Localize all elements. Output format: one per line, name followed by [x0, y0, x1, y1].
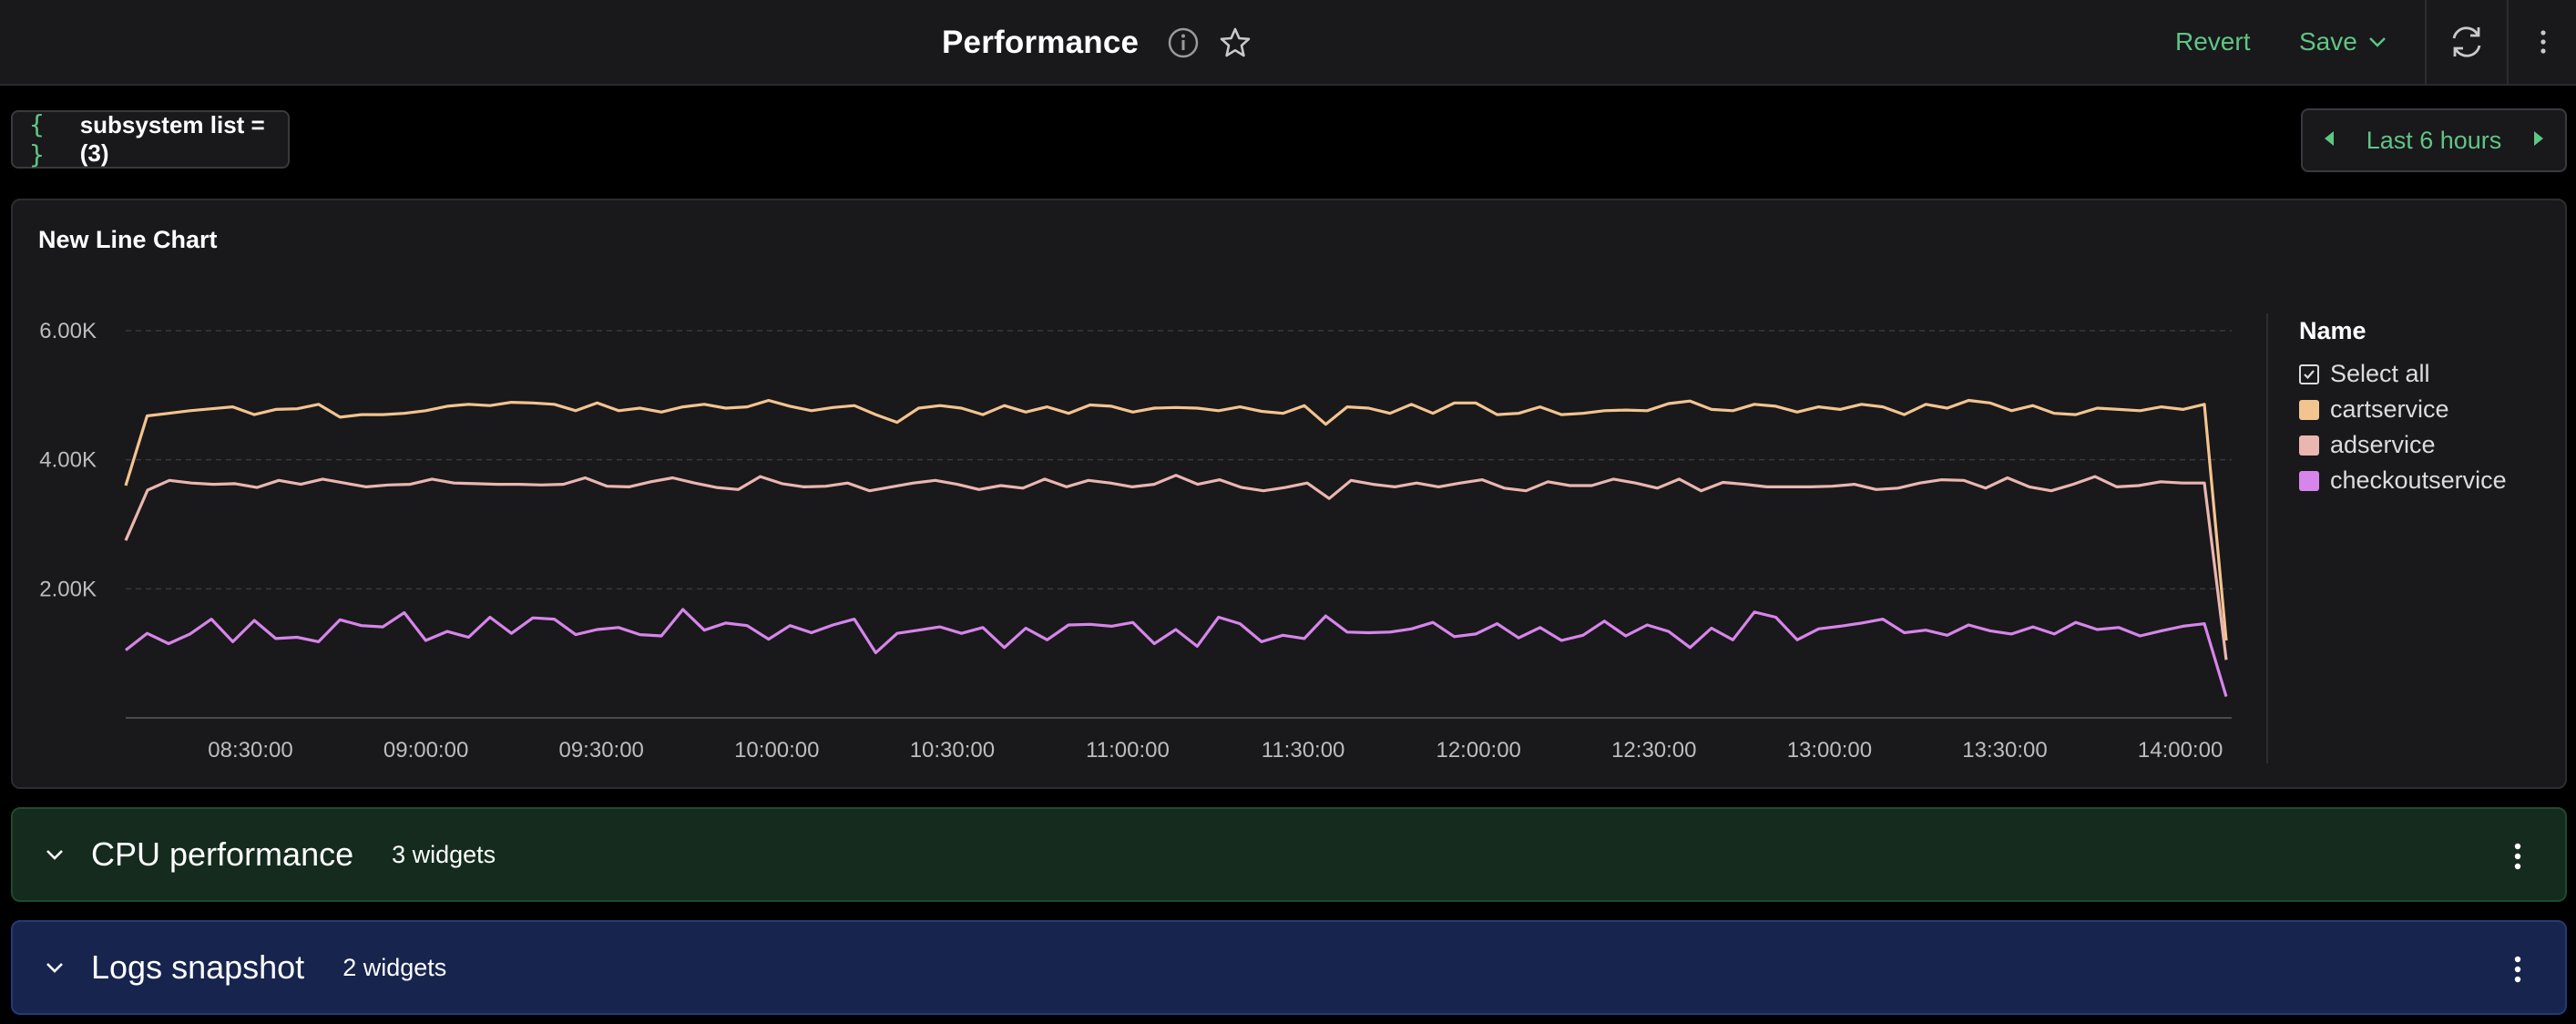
x-tick-label: 11:00:00 [1086, 738, 1170, 763]
x-tick-label: 09:30:00 [558, 738, 643, 763]
legend-swatch [2299, 435, 2319, 456]
refresh-icon[interactable] [2447, 22, 2487, 62]
x-tick-label: 11:30:00 [1262, 738, 1345, 763]
section-title: Logs snapshot [91, 948, 305, 986]
legend-item-adservice[interactable]: adservice [2299, 427, 2507, 463]
x-tick-label: 08:30:00 [208, 738, 292, 763]
chevron-down-icon [2368, 37, 2386, 47]
x-tick-label: 13:30:00 [1962, 738, 2047, 763]
variable-chip[interactable]: { } subsystem list = (3) [11, 109, 290, 169]
revert-button[interactable]: Revert [2175, 27, 2250, 56]
time-range-label[interactable]: Last 6 hours [2366, 127, 2502, 155]
legend-header: Name [2299, 317, 2366, 344]
series-line-checkoutservice[interactable] [125, 608, 2228, 698]
chart-panel: New Line Chart 2.00K 4.00K 6.00K 08:30:00 09… [11, 199, 2567, 789]
section-title: CPU performance [91, 835, 354, 873]
braces-icon: { } [29, 109, 45, 169]
top-bar: Performance Revert Save [0, 0, 2576, 86]
more-vertical-icon[interactable] [2510, 951, 2525, 988]
legend-item-label: cartservice [2330, 395, 2449, 423]
legend-swatch [2299, 470, 2319, 491]
x-tick-label: 10:00:00 [734, 738, 819, 763]
y-tick-label: 6.00K [39, 319, 97, 343]
x-tick-label: 12:30:00 [1611, 738, 1696, 763]
chart-legend: Name Select all cartservice adservice ch… [2299, 317, 2507, 498]
legend-swatch [2299, 399, 2319, 420]
legend-item-label: checkoutservice [2330, 466, 2507, 494]
x-tick-label: 13:00:00 [1787, 738, 1872, 763]
x-tick-label: 14:00:00 [2138, 738, 2223, 763]
legend-item-label: adservice [2330, 431, 2436, 458]
star-icon[interactable] [1217, 25, 1253, 61]
save-button[interactable]: Save [2299, 27, 2388, 56]
more-vertical-icon[interactable] [2510, 838, 2525, 875]
toolbar-divider-2 [2507, 0, 2509, 84]
y-tick-label: 2.00K [39, 577, 97, 601]
section-widget-count: 2 widgets [342, 953, 447, 981]
time-next-icon[interactable] [2530, 128, 2547, 153]
time-prev-icon[interactable] [2321, 128, 2337, 153]
legend-select-all-label: Select all [2330, 360, 2430, 387]
checkbox-checked-icon[interactable] [2299, 364, 2319, 384]
info-icon[interactable] [1166, 26, 1201, 60]
page-title: Performance [942, 25, 1140, 60]
more-vertical-icon[interactable] [2534, 26, 2552, 58]
section-widget-count: 3 widgets [392, 840, 496, 868]
x-tick-label: 12:00:00 [1436, 738, 1520, 763]
section-logs-snapshot[interactable]: Logs snapshot 2 widgets [11, 920, 2567, 1015]
x-tick-label: 10:30:00 [910, 738, 995, 763]
time-range-picker: Last 6 hours [2301, 108, 2567, 172]
line-chart: 2.00K 4.00K 6.00K 08:30:00 09:00:00 09:30:00 1… [39, 319, 2232, 763]
x-tick-label: 09:00:00 [383, 738, 468, 763]
series-line-cartservice[interactable] [124, 398, 2228, 641]
legend-item-checkoutservice[interactable]: checkoutservice [2299, 463, 2507, 498]
chevron-down-icon[interactable] [40, 953, 69, 982]
y-tick-label: 4.00K [39, 448, 97, 473]
title-group: Performance [942, 20, 1253, 66]
legend-divider [2266, 313, 2268, 763]
chevron-down-icon[interactable] [40, 840, 69, 869]
variable-chip-label: subsystem list = (3) [79, 111, 265, 167]
toolbar-divider [2425, 0, 2427, 84]
section-cpu-performance[interactable]: CPU performance 3 widgets [11, 807, 2567, 902]
legend-item-cartservice[interactable]: cartservice [2299, 392, 2507, 427]
save-label: Save [2299, 27, 2357, 56]
legend-select-all[interactable]: Select all [2299, 356, 2507, 392]
